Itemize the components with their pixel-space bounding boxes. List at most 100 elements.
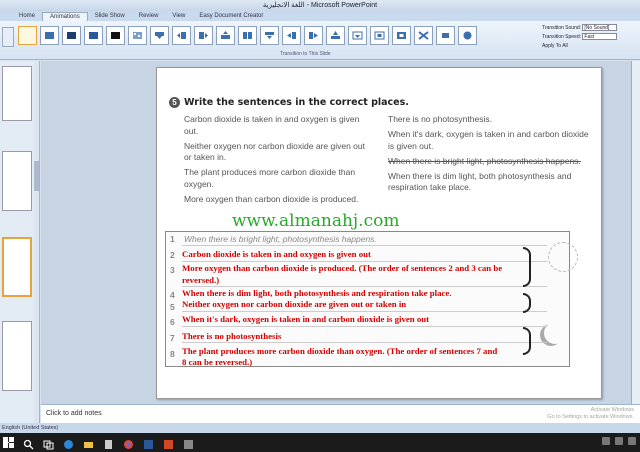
line-number: 1	[170, 234, 175, 244]
transition-speed-label: Transition Speed:	[542, 33, 582, 40]
slides-panel-scrollbar[interactable]	[34, 61, 39, 435]
chrome-icon[interactable]	[123, 437, 134, 449]
start-icon[interactable]	[3, 437, 14, 448]
word-icon[interactable]	[143, 437, 154, 449]
notes-placeholder: Click to add notes	[46, 410, 102, 417]
transition-speed-select[interactable]: Fast	[582, 33, 618, 40]
transition-wipe-left-icon[interactable]	[172, 26, 191, 45]
tab-home[interactable]: Home	[12, 12, 42, 21]
slide-thumbnail-current[interactable]	[2, 237, 32, 297]
transition-fade-icon[interactable]	[40, 26, 59, 45]
sentence: Neither oxygen nor carbon dioxide are gi…	[184, 140, 365, 163]
line-number: 6	[170, 317, 175, 327]
transition-zoom-icon[interactable]	[436, 26, 455, 45]
transition-uncover-up-icon[interactable]	[326, 26, 345, 45]
task-view-icon[interactable]	[43, 437, 54, 450]
question-title: Write the sentences in the correct place…	[184, 97, 409, 108]
line-number: 5	[170, 302, 175, 312]
sentence-crossed-out: When there is bright light, photosynthes…	[388, 155, 581, 166]
line-number: 2	[170, 250, 175, 260]
activate-windows-watermark: Activate Windows Go to Settings to activ…	[547, 407, 634, 421]
status-bar: English (United States)	[0, 423, 640, 433]
tab-review[interactable]: Review	[132, 12, 166, 21]
slide-canvas[interactable]: 5 Write the sentences in the correct pla…	[156, 67, 602, 399]
transition-cut-black-icon[interactable]	[106, 26, 125, 45]
transition-cover-down-icon[interactable]	[348, 26, 367, 45]
sentence: When there is dim light, both photosynth…	[388, 170, 572, 193]
slides-panel	[0, 61, 40, 435]
bracket	[523, 293, 531, 313]
sun-illustration	[548, 242, 578, 272]
file-explorer-icon[interactable]	[83, 437, 94, 448]
transition-dissolve-icon[interactable]	[128, 26, 147, 45]
bracket	[523, 327, 531, 355]
ribbon-tabs: Home Animations Slide Show Review View E…	[0, 11, 640, 21]
transition-sound-label: Transition Sound:	[542, 24, 582, 31]
preview-button[interactable]	[2, 27, 14, 47]
notes-pane[interactable]: Click to add notes Activate Windows Go t…	[41, 404, 640, 423]
transition-box-out-icon[interactable]	[392, 26, 411, 45]
transition-box-in-icon[interactable]	[370, 26, 389, 45]
search-icon[interactable]	[23, 437, 34, 450]
line-number: 8	[170, 349, 175, 359]
transition-wipe-down-icon[interactable]	[150, 26, 169, 45]
transition-sound-row: Transition Sound: [No Sound]	[542, 24, 618, 31]
sentence: There is no photosynthesis.	[388, 114, 492, 124]
slide-thumbnail[interactable]	[2, 66, 32, 121]
tray-icon[interactable]	[602, 437, 610, 445]
transition-wipe-right-icon[interactable]	[194, 26, 213, 45]
answer-line: 8 can be reversed.)	[182, 357, 253, 367]
ribbon: Transition to This Slide Transition Soun…	[0, 21, 640, 60]
app-icon[interactable]	[183, 437, 194, 449]
transition-gallery	[18, 26, 477, 45]
slide-thumbnail[interactable]	[2, 321, 32, 391]
divider	[182, 286, 547, 287]
transition-cut-icon[interactable]	[84, 26, 103, 45]
transition-uncover-left-icon[interactable]	[282, 26, 301, 45]
calculator-icon[interactable]	[103, 437, 114, 449]
sentence: When it's dark, oxygen is taken in and c…	[388, 129, 589, 151]
window-title: اللغة الانجليزية - Microsoft PowerPoint	[262, 2, 378, 9]
line-number: 7	[170, 333, 175, 343]
language-indicator[interactable]: English (United States)	[2, 425, 58, 431]
tray-icon[interactable]	[615, 437, 623, 445]
transition-sound-select[interactable]: [No Sound]	[582, 24, 618, 31]
scrollbar-thumb[interactable]	[34, 161, 39, 191]
sentence: The plant produces more carbon dioxide t…	[184, 167, 356, 189]
sentence-list-right: There is no photosynthesis. When it's da…	[388, 114, 593, 197]
transition-wheel-icon[interactable]	[458, 26, 477, 45]
transition-uncover-right-icon[interactable]	[304, 26, 323, 45]
powerpoint-icon[interactable]	[163, 437, 174, 449]
line-number: 3	[170, 265, 175, 275]
watermark-text: www.almanahj.com	[232, 211, 400, 231]
divider	[182, 311, 547, 312]
apply-to-all-button[interactable]: Apply To All	[542, 43, 568, 49]
tray-icon[interactable]	[628, 437, 636, 445]
transition-wipe-up-icon[interactable]	[216, 26, 235, 45]
transition-split-icon[interactable]	[238, 26, 257, 45]
divider	[182, 261, 547, 262]
tab-animations[interactable]: Animations	[42, 12, 88, 21]
editor-scrollbar[interactable]	[631, 61, 640, 404]
edge-icon[interactable]	[63, 437, 74, 449]
answer-box: 1 When there is bright light, photosynth…	[165, 231, 578, 367]
tab-slide-show[interactable]: Slide Show	[88, 12, 132, 21]
transition-none[interactable]	[18, 26, 37, 45]
sentence-list-left: Carbon dioxide is taken in and oxygen is…	[184, 114, 369, 209]
slide-thumbnail[interactable]	[2, 151, 32, 211]
transition-speed-row: Transition Speed: Fast	[542, 33, 618, 40]
divider	[182, 245, 547, 246]
taskbar	[0, 433, 640, 452]
tab-easy-document-creator[interactable]: Easy Document Creator	[192, 12, 270, 21]
transition-uncover-down-icon[interactable]	[260, 26, 279, 45]
divider	[182, 342, 547, 343]
line-number: 4	[170, 290, 175, 300]
question-number: 5	[169, 97, 180, 108]
system-tray	[602, 437, 636, 445]
transition-fade-black-icon[interactable]	[62, 26, 81, 45]
title-bar: اللغة الانجليزية - Microsoft PowerPoint	[0, 0, 640, 11]
sentence: More oxygen than carbon dioxide is produ…	[184, 193, 359, 204]
tab-view[interactable]: View	[165, 12, 192, 21]
transition-shape-icon[interactable]	[414, 26, 433, 45]
activate-windows-hint: Go to Settings to activate Windows.	[547, 414, 634, 420]
